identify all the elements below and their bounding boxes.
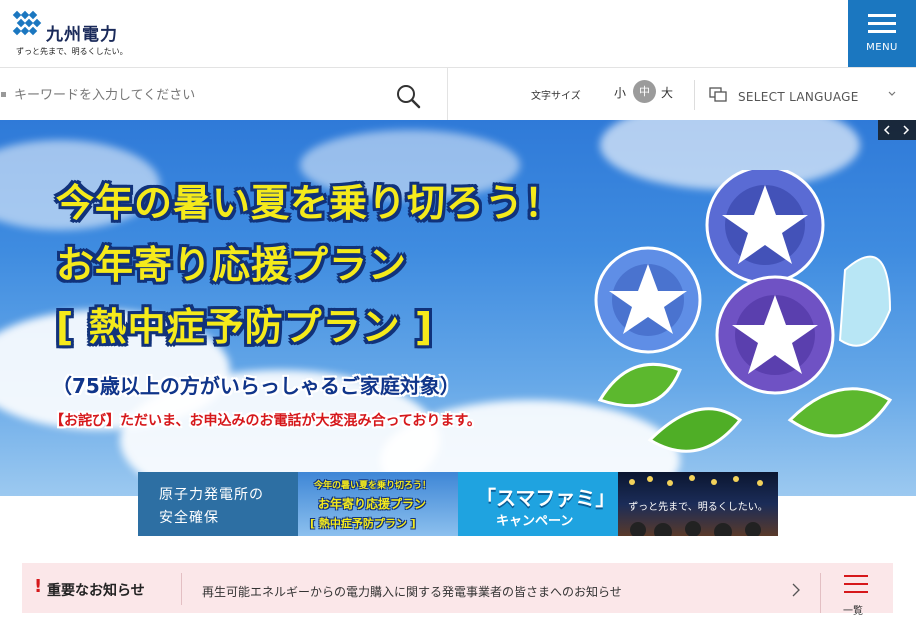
menu-label: MENU (866, 42, 898, 53)
kyushu-electric-logo[interactable]: 九州電力 ずっと先まで、明るくしたい。 (12, 8, 152, 60)
thumbnail-brand-movie[interactable]: ずっと先まで、明るくしたい。 (618, 472, 778, 536)
chevron-right-icon[interactable] (792, 583, 800, 597)
list-icon (844, 575, 868, 577)
notice-link[interactable]: 再生可能エネルギーからの電力購入に関する発電事業者の皆さまへのお知らせ (202, 583, 622, 600)
thumbnail-elderly-plan[interactable]: 今年の暑い夏を乗り切ろう！ お年寄り応援プラン [ 熱中症予防プラン ] (298, 472, 458, 536)
search-icon[interactable] (394, 82, 422, 110)
notice-title: 重要なお知らせ (47, 583, 145, 599)
chevron-right-icon (903, 125, 910, 135)
logo-mark-icon (12, 10, 42, 36)
hero-banner[interactable]: 今年の暑い夏を乗り切ろう！ お年寄り応援プラン [ 熱中症予防プラン ] （75… (0, 120, 916, 496)
toolbar-divider (694, 80, 695, 110)
logo-name: 九州電力 (46, 25, 118, 45)
search-input[interactable] (14, 81, 384, 109)
logo-tagline: ずっと先まで、明るくしたい。 (16, 47, 128, 56)
thumbnail-nuclear-safety[interactable]: 原子力発電所の 安全確保 (138, 472, 298, 536)
notice-divider (181, 573, 182, 605)
chevron-down-icon (888, 91, 896, 96)
font-size-medium-button[interactable]: 中 (633, 80, 656, 103)
thumbnail-nuclear-line2: 安全確保 (159, 510, 219, 526)
font-size-label: 文字サイズ (531, 91, 581, 102)
chevron-left-icon (883, 125, 890, 135)
thumbnail-smafami-campaign[interactable]: 「スマファミ」 キャンペーン (458, 472, 618, 536)
language-icon (709, 87, 727, 102)
thumbnail-nuclear-line1: 原子力発電所の (159, 487, 264, 503)
search-bullet-icon (1, 92, 6, 97)
important-notice-bar: ! 重要なお知らせ 再生可能エネルギーからの電力購入に関する発電事業者の皆さまへ… (22, 563, 893, 617)
hero-subtitle: （75歳以上の方がいらっしゃるご家庭対象） (52, 374, 460, 398)
utility-toolbar: 文字サイズ 小 中 大 SELECT LANGUAGE (0, 67, 916, 121)
hamburger-icon (868, 14, 896, 34)
list-icon-bar (844, 591, 868, 593)
notice-list-button[interactable]: 一覧 (837, 572, 873, 617)
hero-apology: 【お詫び】ただいま、お申込みのお電話が大変混み合っております。 (50, 413, 481, 429)
search-box (0, 68, 448, 121)
thumbnail-plan-line1: 今年の暑い夏を乗り切ろう！ (314, 481, 432, 491)
list-icon-bar (844, 583, 868, 585)
thumbnail-smafami-title: 「スマファミ」 (476, 486, 616, 510)
thumbnail-brand-text: ずっと先まで、明るくしたい。 (628, 502, 768, 513)
notice-divider (820, 573, 821, 613)
font-size-large-button[interactable]: 大 (661, 84, 673, 101)
site-header: 九州電力 ずっと先まで、明るくしたい。 MENU (0, 0, 916, 67)
alert-icon: ! (34, 576, 43, 597)
morning-glory-illustration (594, 170, 893, 453)
hero-title-line2: お年寄り応援プラン (56, 243, 408, 287)
slider-next-button[interactable] (897, 120, 916, 140)
hero-title-line3: [ 熱中症予防プラン ] (56, 305, 434, 349)
thumbnail-plan-line3: [ 熱中症予防プラン ] (310, 517, 416, 530)
font-size-small-button[interactable]: 小 (614, 84, 626, 101)
notice-list-label: 一覧 (843, 606, 863, 617)
slide-thumbnails: 原子力発電所の 安全確保 今年の暑い夏を乗り切ろう！ お年寄り応援プラン [ 熱… (138, 472, 778, 536)
thumbnail-plan-line2: お年寄り応援プラン (318, 497, 427, 511)
select-language-label: SELECT LANGUAGE (738, 90, 859, 104)
slider-prev-button[interactable] (878, 120, 897, 140)
thumbnail-smafami-sub: キャンペーン (496, 514, 574, 529)
menu-button[interactable]: MENU (848, 0, 916, 67)
hero-title-line1: 今年の暑い夏を乗り切ろう！ (56, 181, 564, 225)
